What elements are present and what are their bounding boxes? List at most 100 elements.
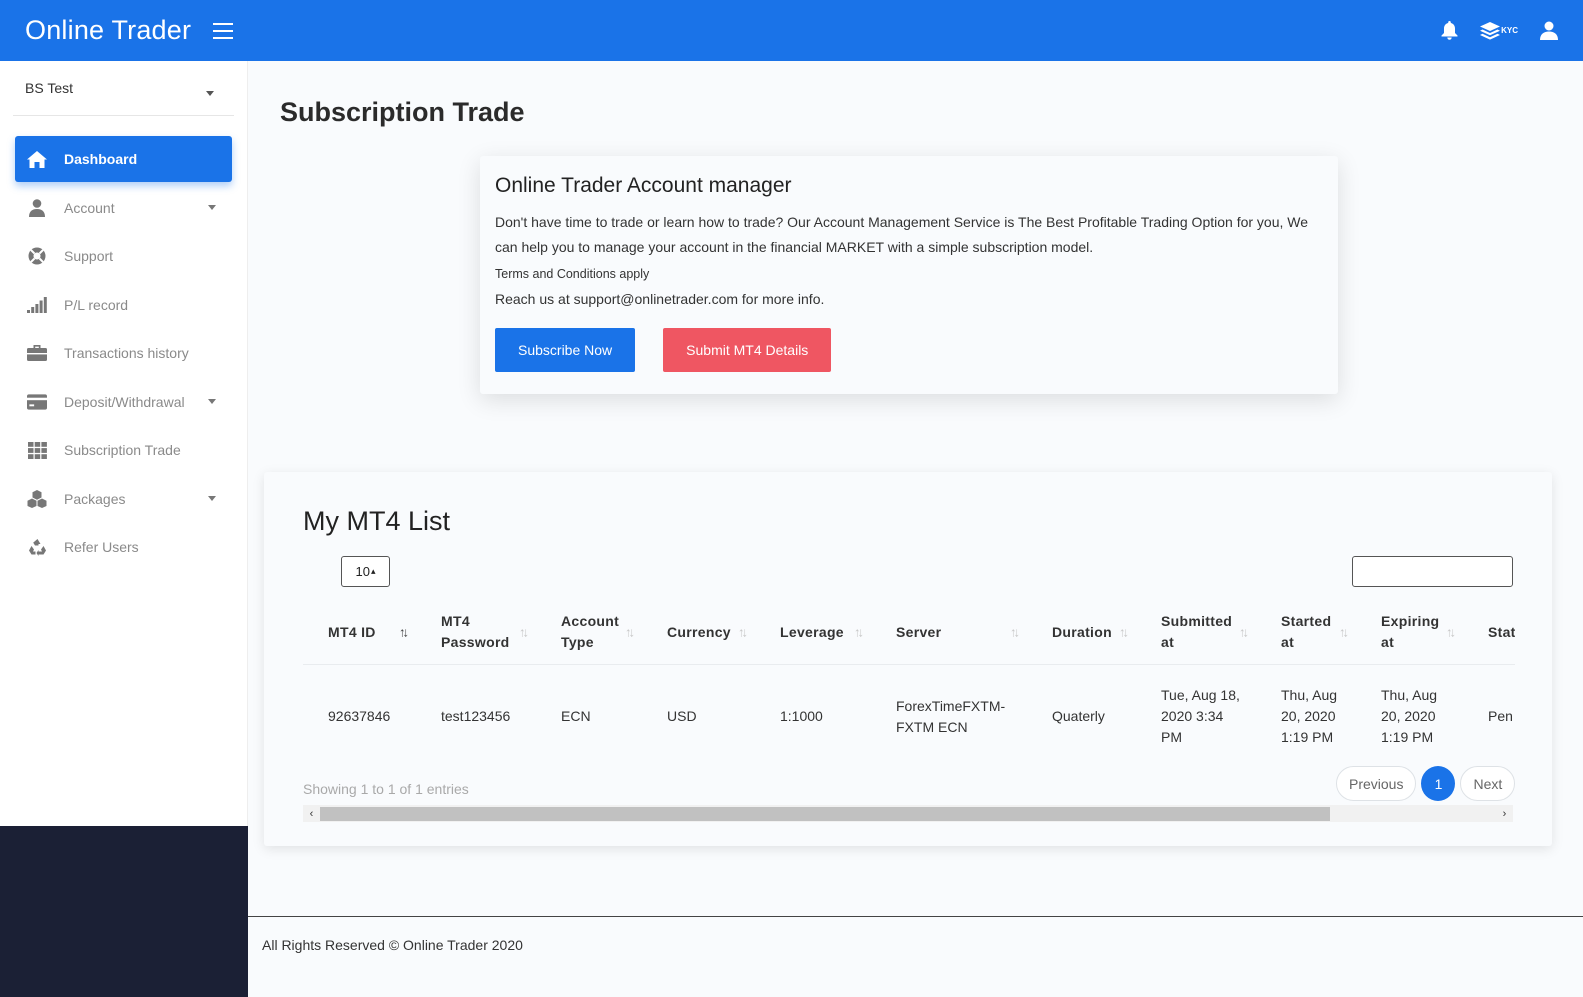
- column-header[interactable]: MT4 Password ↑↓: [416, 601, 536, 665]
- footer-copyright: All Rights Reserved © Online Trader 2020: [262, 937, 523, 953]
- next-page-button[interactable]: Next: [1460, 766, 1516, 801]
- scrollbar-thumb[interactable]: [320, 806, 1330, 821]
- column-header[interactable]: Leverage ↑↓: [755, 601, 871, 665]
- hamburger-menu-icon[interactable]: [213, 22, 234, 39]
- sidebar-item-label: P/L record: [64, 296, 129, 313]
- footer: All Rights Reserved © Online Trader 2020: [248, 916, 1583, 997]
- page-title: Subscription Trade: [280, 97, 525, 127]
- column-header[interactable]: Submitted at ↑↓: [1136, 601, 1256, 665]
- page-length-select[interactable]: 10 ▴︎: [341, 556, 390, 587]
- column-header[interactable]: Account Type ↑↓: [536, 601, 642, 665]
- sidebar-item-label: Refer Users: [64, 539, 139, 555]
- subscribe-now-button[interactable]: Subscribe Now: [495, 328, 636, 372]
- sidebar-item-label: Packages: [64, 490, 126, 507]
- column-header-label: Duration: [1052, 623, 1112, 640]
- mt4-list-title: My MT4 List: [303, 506, 451, 536]
- sort-icon: ↑↓: [399, 624, 409, 640]
- table-cell: 1:1000: [755, 664, 871, 761]
- sidebar-item-label: Transactions history: [64, 345, 189, 361]
- mt4-table: MT4 ID ↑↓ MT4 Password ↑↓ Account Type ↑↓ C…: [303, 601, 1515, 761]
- column-header-label: MT4 Password: [441, 613, 510, 651]
- sidebar-item-support[interactable]: Support: [15, 233, 232, 279]
- sort-icon: ↑↓: [1339, 624, 1349, 640]
- user-profile-icon[interactable]: [1540, 21, 1558, 40]
- sort-icon: ↑↓: [1119, 624, 1129, 640]
- grid-icon: [27, 440, 47, 460]
- sidebar: BS Test Dashboard Account Support P/L re…: [0, 61, 248, 826]
- sidebar-nav: Dashboard Account Support P/L record Tra…: [0, 136, 247, 570]
- table-cell: ForexTimeFXTM-FXTM ECN: [871, 664, 1027, 761]
- column-header[interactable]: Started at ↑↓: [1256, 601, 1356, 665]
- kyc-layers-icon[interactable]: KYC: [1480, 21, 1518, 40]
- account-manager-description: Don't have time to trade or learn how to…: [495, 214, 1309, 255]
- sort-icon: ↑↓: [854, 624, 864, 640]
- scroll-right-icon[interactable]: ›: [1496, 808, 1513, 820]
- sort-updown-icon: ▴︎: [370, 566, 376, 576]
- table-cell: Quaterly: [1027, 664, 1136, 761]
- sidebar-item-label: Account: [64, 199, 115, 216]
- column-header[interactable]: Currency ↑↓: [642, 601, 755, 665]
- account-manager-card: Online Trader Account manager Don't have…: [480, 156, 1338, 394]
- column-header-label: Submitted at: [1161, 613, 1233, 651]
- column-header-label: Server: [896, 623, 942, 640]
- column-header-label: Started at: [1281, 613, 1332, 651]
- sort-icon: ↑↓: [1239, 624, 1249, 640]
- table-cell: test123456: [416, 664, 536, 761]
- column-header[interactable]: Duration ↑↓: [1027, 601, 1136, 665]
- column-header[interactable]: Expiring at ↑↓: [1356, 601, 1463, 665]
- top-navbar: Online Trader KYC: [0, 0, 1583, 61]
- user-icon: [27, 198, 47, 218]
- sidebar-item-label: Support: [64, 248, 114, 264]
- column-header-label: Stat: [1488, 623, 1515, 640]
- sidebar-item-refer-users[interactable]: Refer Users: [15, 524, 232, 570]
- column-header[interactable]: Stat: [1463, 601, 1515, 665]
- table-header-row: MT4 ID ↑↓ MT4 Password ↑↓ Account Type ↑↓ C…: [303, 601, 1515, 665]
- sidebar-item-label: Deposit/Withdrawal: [64, 393, 185, 410]
- table-cell: Pen: [1463, 664, 1515, 761]
- sort-icon: ↑↓: [519, 624, 529, 640]
- terms-note: Terms and Conditions apply: [495, 267, 650, 281]
- chevron-down-icon: [208, 205, 216, 210]
- column-header[interactable]: MT4 ID ↑↓: [303, 601, 416, 665]
- table-cell: ECN: [536, 664, 642, 761]
- cubes-icon: [27, 489, 47, 509]
- column-header-label: Currency: [667, 623, 731, 640]
- sidebar-item-account[interactable]: Account: [15, 185, 232, 231]
- table-cell: 92637846: [303, 664, 416, 761]
- lifebuoy-icon: [27, 246, 47, 266]
- brand-logo[interactable]: Online Trader: [25, 15, 191, 46]
- user-name: BS Test: [25, 80, 73, 96]
- table-info: Showing 1 to 1 of 1 entries: [303, 781, 469, 797]
- sort-icon: ↑↓: [625, 624, 635, 640]
- chevron-down-icon: [208, 496, 216, 501]
- user-dropdown[interactable]: BS Test: [13, 61, 234, 116]
- column-header-label: Expiring at: [1381, 613, 1440, 651]
- sidebar-item-subscription-trade[interactable]: Subscription Trade: [15, 427, 232, 473]
- column-header[interactable]: Server ↑↓: [871, 601, 1027, 665]
- table-cell: Thu, Aug 20, 2020 1:19 PM: [1256, 664, 1356, 761]
- chevron-down-icon: [208, 399, 216, 404]
- page-1-button[interactable]: 1: [1421, 766, 1456, 801]
- sort-icon: ↑↓: [1010, 624, 1020, 640]
- sidebar-item-packages[interactable]: Packages: [15, 476, 232, 522]
- main-content: Subscription Trade Online Trader Account…: [248, 61, 1583, 997]
- bell-icon[interactable]: [1441, 21, 1458, 40]
- submit-mt4-details-button[interactable]: Submit MT4 Details: [663, 328, 832, 372]
- table-cell: Tue, Aug 18, 2020 3:34 PM: [1136, 664, 1256, 761]
- sidebar-item-pl-record[interactable]: P/L record: [15, 282, 232, 328]
- sidebar-item-label: Subscription Trade: [64, 442, 181, 458]
- sidebar-item-transactions-history[interactable]: Transactions history: [15, 330, 232, 376]
- column-header-label: Account Type: [561, 613, 620, 651]
- previous-page-button[interactable]: Previous: [1336, 766, 1417, 801]
- sidebar-item-deposit-withdrawal[interactable]: Deposit/Withdrawal: [15, 379, 232, 425]
- table-search-input[interactable]: [1352, 556, 1513, 587]
- horizontal-scrollbar[interactable]: ‹ ›: [303, 805, 1513, 822]
- sidebar-item-dashboard[interactable]: Dashboard: [15, 136, 232, 182]
- home-icon: [27, 149, 47, 169]
- credit-card-icon: [27, 392, 47, 412]
- scroll-left-icon[interactable]: ‹: [303, 808, 320, 820]
- table-cell: Thu, Aug 20, 2020 1:19 PM: [1356, 664, 1463, 761]
- mt4-list-card: My MT4 List 10 ▴︎ MT4 ID ↑↓ MT4 Password ↑…: [264, 472, 1552, 846]
- mt4-table-wrapper: MT4 ID ↑↓ MT4 Password ↑↓ Account Type ↑↓ C…: [303, 601, 1515, 761]
- chevron-down-icon: [206, 90, 214, 96]
